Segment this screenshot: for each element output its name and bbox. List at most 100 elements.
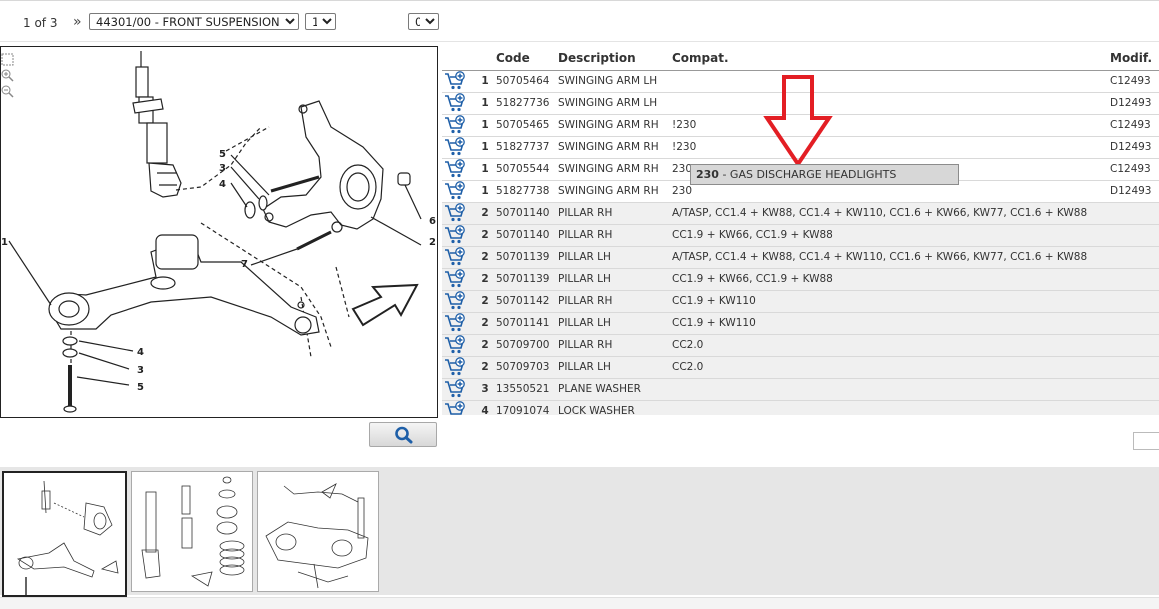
description-cell: SWINGING ARM LH <box>558 92 672 115</box>
add-to-cart-icon[interactable] <box>444 357 466 377</box>
add-to-cart-cell[interactable] <box>442 400 474 415</box>
next-page-button[interactable]: » <box>73 14 82 30</box>
thumbnail-strut-assembly[interactable] <box>131 471 253 592</box>
compat-cell <box>672 92 1110 115</box>
compat-cell: CC2.0 <box>672 356 1110 379</box>
add-to-cart-icon[interactable] <box>444 159 466 179</box>
add-to-cart-cell[interactable] <box>442 180 474 203</box>
description-cell: SWINGING ARM RH <box>558 158 672 181</box>
table-row[interactable]: 2 50701139 PILLAR LH CC1.9 + KW66, CC1.9 + … <box>442 268 1159 291</box>
header-ref <box>474 47 496 71</box>
add-to-cart-icon[interactable] <box>444 269 466 289</box>
add-to-cart-icon[interactable] <box>444 115 466 135</box>
compat-cell: CC1.9 + KW66, CC1.9 + KW88 <box>672 224 1110 247</box>
modif-cell <box>1110 246 1159 269</box>
compat-cell: A/TASP, CC1.4 + KW88, CC1.4 + KW110, CC1… <box>672 202 1110 225</box>
callout-3: 3 <box>219 163 226 174</box>
table-row[interactable]: 2 50709700 PILLAR RH CC2.0 <box>442 334 1159 357</box>
ref-cell: 1 <box>474 136 496 159</box>
description-cell: PILLAR LH <box>558 312 672 335</box>
group-select[interactable]: 44301/00 - FRONT SUSPENSION <box>89 13 299 30</box>
description-cell: PILLAR LH <box>558 246 672 269</box>
header-compat[interactable]: Compat. <box>672 47 1110 71</box>
description-cell: PILLAR RH <box>558 224 672 247</box>
add-to-cart-icon[interactable] <box>444 137 466 157</box>
ref-cell: 1 <box>474 114 496 137</box>
add-to-cart-icon[interactable] <box>444 225 466 245</box>
description-cell: PILLAR LH <box>558 268 672 291</box>
header-code[interactable]: Code <box>496 47 558 71</box>
table-row[interactable]: 2 50709703 PILLAR LH CC2.0 <box>442 356 1159 379</box>
compat-cell: CC1.9 + KW110 <box>672 312 1110 335</box>
modif-cell <box>1110 290 1159 313</box>
add-to-cart-cell[interactable] <box>442 224 474 247</box>
add-to-cart-cell[interactable] <box>442 356 474 379</box>
modif-cell: D12493 <box>1110 92 1159 115</box>
add-to-cart-icon[interactable] <box>444 313 466 333</box>
table-row[interactable]: 3 13550521 PLANE WASHER <box>442 378 1159 401</box>
add-to-cart-cell[interactable] <box>442 246 474 269</box>
add-to-cart-icon[interactable] <box>444 401 466 415</box>
table-row[interactable]: 2 50701142 PILLAR RH CC1.9 + KW110 <box>442 290 1159 313</box>
compat-cell: !230 <box>672 114 1110 137</box>
add-to-cart-icon[interactable] <box>444 181 466 201</box>
top-toolbar: 1 of 3 » 44301/00 - FRONT SUSPENSION 1 0 <box>0 0 1159 42</box>
add-to-cart-icon[interactable] <box>444 335 466 355</box>
compat-cell: A/TASP, CC1.4 + KW88, CC1.4 + KW110, CC1… <box>672 246 1110 269</box>
table-row[interactable]: 2 50701140 PILLAR RH A/TASP, CC1.4 + KW88, … <box>442 202 1159 225</box>
add-to-cart-cell[interactable] <box>442 312 474 335</box>
code-cell: 50705464 <box>496 70 558 93</box>
add-to-cart-cell[interactable] <box>442 378 474 401</box>
add-to-cart-cell[interactable] <box>442 114 474 137</box>
modif-cell <box>1110 400 1159 415</box>
table-row[interactable]: 4 17091074 LOCK WASHER <box>442 400 1159 415</box>
page-select[interactable]: 1 <box>305 13 336 30</box>
code-cell: 50705544 <box>496 158 558 181</box>
zoom-in-icon[interactable] <box>1 69 14 82</box>
quantity-select[interactable]: 0 <box>408 13 439 30</box>
table-row[interactable]: 2 50701141 PILLAR LH CC1.9 + KW110 <box>442 312 1159 335</box>
code-cell: 50709700 <box>496 334 558 357</box>
code-cell: 50701140 <box>496 202 558 225</box>
code-cell: 50701141 <box>496 312 558 335</box>
search-button[interactable] <box>369 422 437 447</box>
add-to-cart-cell[interactable] <box>442 268 474 291</box>
compat-cell: CC1.9 + KW66, CC1.9 + KW88 <box>672 268 1110 291</box>
add-to-cart-cell[interactable] <box>442 70 474 93</box>
thumbnail-subframe[interactable] <box>257 471 379 592</box>
add-to-cart-cell[interactable] <box>442 92 474 115</box>
table-row[interactable]: 2 50701139 PILLAR LH A/TASP, CC1.4 + KW88, … <box>442 246 1159 269</box>
description-cell: PILLAR LH <box>558 356 672 379</box>
header-description[interactable]: Description <box>558 47 672 71</box>
callout-4-lower: 4 <box>137 347 144 358</box>
add-to-cart-icon[interactable] <box>444 93 466 113</box>
compat-tooltip: 230 - GAS DISCHARGE HEADLIGHTS <box>690 164 959 185</box>
header-modif[interactable]: Modif. <box>1110 47 1159 71</box>
add-to-cart-icon[interactable] <box>444 291 466 311</box>
callout-2: 2 <box>429 237 436 248</box>
thumbnail-front-suspension-arm[interactable] <box>2 471 127 597</box>
add-to-cart-cell[interactable] <box>442 202 474 225</box>
code-cell: 13550521 <box>496 378 558 401</box>
add-to-cart-icon[interactable] <box>444 379 466 399</box>
table-row[interactable]: 2 50701140 PILLAR RH CC1.9 + KW66, CC1.9 + … <box>442 224 1159 247</box>
modif-cell <box>1110 224 1159 247</box>
add-to-cart-icon[interactable] <box>444 71 466 91</box>
add-to-cart-icon[interactable] <box>444 247 466 267</box>
add-to-cart-cell[interactable] <box>442 334 474 357</box>
tooltip-text: - GAS DISCHARGE HEADLIGHTS <box>718 168 897 181</box>
ref-cell: 2 <box>474 290 496 313</box>
add-to-cart-cell[interactable] <box>442 158 474 181</box>
fit-view-icon[interactable] <box>1 53 14 66</box>
add-to-cart-cell[interactable] <box>442 290 474 313</box>
add-to-cart-cell[interactable] <box>442 136 474 159</box>
description-cell: PILLAR RH <box>558 290 672 313</box>
compat-cell: CC1.9 + KW110 <box>672 290 1110 313</box>
code-cell: 50701142 <box>496 290 558 313</box>
horizontal-scrollbar[interactable] <box>1133 432 1159 450</box>
compat-cell <box>672 378 1110 401</box>
exploded-view-drawing[interactable]: 5 3 4 7 1 6 2 4 3 5 <box>0 46 438 418</box>
zoom-out-icon[interactable] <box>1 85 14 98</box>
add-to-cart-icon[interactable] <box>444 203 466 223</box>
description-cell: SWINGING ARM RH <box>558 114 672 137</box>
